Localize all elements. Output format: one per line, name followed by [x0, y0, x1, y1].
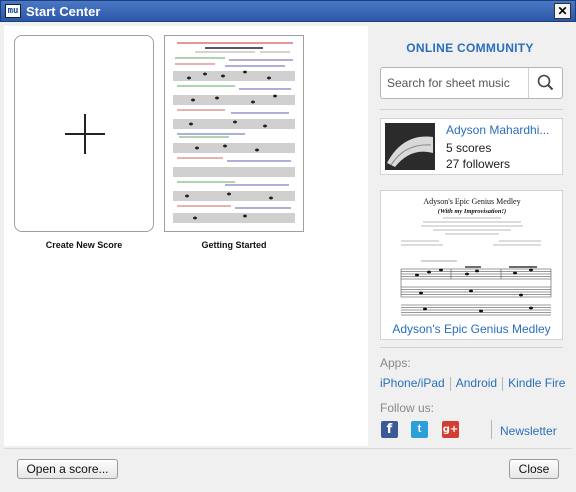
window-title: Start Center [26, 4, 101, 19]
app-link-iphone-ipad[interactable]: iPhone/iPad [380, 376, 445, 390]
featured-user-name[interactable]: Adyson Mahardhi... [446, 123, 561, 137]
title-bar: mu Start Center ✕ [0, 0, 576, 22]
separator [491, 420, 492, 439]
plus-icon-vertical [84, 114, 86, 154]
featured-score-card[interactable]: Adyson's Epic Genius Medley (With my Imp… [380, 190, 563, 340]
search-input[interactable] [381, 68, 529, 98]
apps-label: Apps: [380, 356, 411, 370]
musescore-app-icon: mu [5, 4, 21, 18]
featured-score-thumbnail: Adyson's Epic Genius Medley (With my Imp… [400, 197, 552, 316]
featured-score-title[interactable]: Adyson's Epic Genius Medley [381, 322, 562, 336]
user-score-count: 5 scores [446, 141, 492, 155]
separator [502, 376, 504, 391]
follow-us-label: Follow us: [380, 401, 435, 415]
google-plus-icon[interactable]: g+ [442, 421, 459, 438]
online-community-panel: ONLINE COMMUNITY Adyson Mahardhi... 5 s [368, 26, 572, 446]
user-avatar[interactable] [385, 123, 435, 170]
search-icon [537, 74, 554, 91]
getting-started-score-card[interactable] [164, 35, 304, 232]
separator [449, 376, 451, 391]
divider [380, 109, 563, 110]
divider [380, 347, 563, 348]
getting-started-thumbnail [173, 42, 295, 223]
create-new-score-card[interactable] [14, 35, 154, 232]
scores-panel: Create New Score Getting Started [4, 26, 368, 446]
close-icon[interactable]: ✕ [554, 3, 571, 19]
online-community-heading: ONLINE COMMUNITY [406, 41, 534, 55]
facebook-icon[interactable]: f [381, 421, 398, 438]
search-button[interactable] [528, 68, 562, 98]
twitter-icon[interactable]: t [411, 421, 428, 438]
featured-user-card[interactable]: Adyson Mahardhi... 5 scores 27 followers [380, 118, 563, 175]
newsletter-link[interactable]: Newsletter [500, 424, 557, 438]
create-new-score-label[interactable]: Create New Score [14, 240, 154, 250]
start-center-dialog: Create New Score Getting Started ONLINE … [0, 22, 576, 492]
sheet-title: Adyson's Epic Genius Medley [423, 197, 520, 206]
getting-started-label[interactable]: Getting Started [164, 240, 304, 250]
sheet-music-search [380, 67, 563, 99]
close-button[interactable]: Close [509, 459, 559, 479]
app-link-kindle-fire[interactable]: Kindle Fire [508, 376, 565, 390]
app-link-android[interactable]: Android [456, 376, 497, 390]
footer-divider [4, 448, 572, 449]
user-follower-count: 27 followers [446, 157, 511, 171]
apps-links: iPhone/iPad Android Kindle Fire [380, 376, 565, 391]
open-score-button[interactable]: Open a score... [17, 459, 118, 479]
sheet-subtitle: (With my Improvisation!) [438, 208, 506, 215]
